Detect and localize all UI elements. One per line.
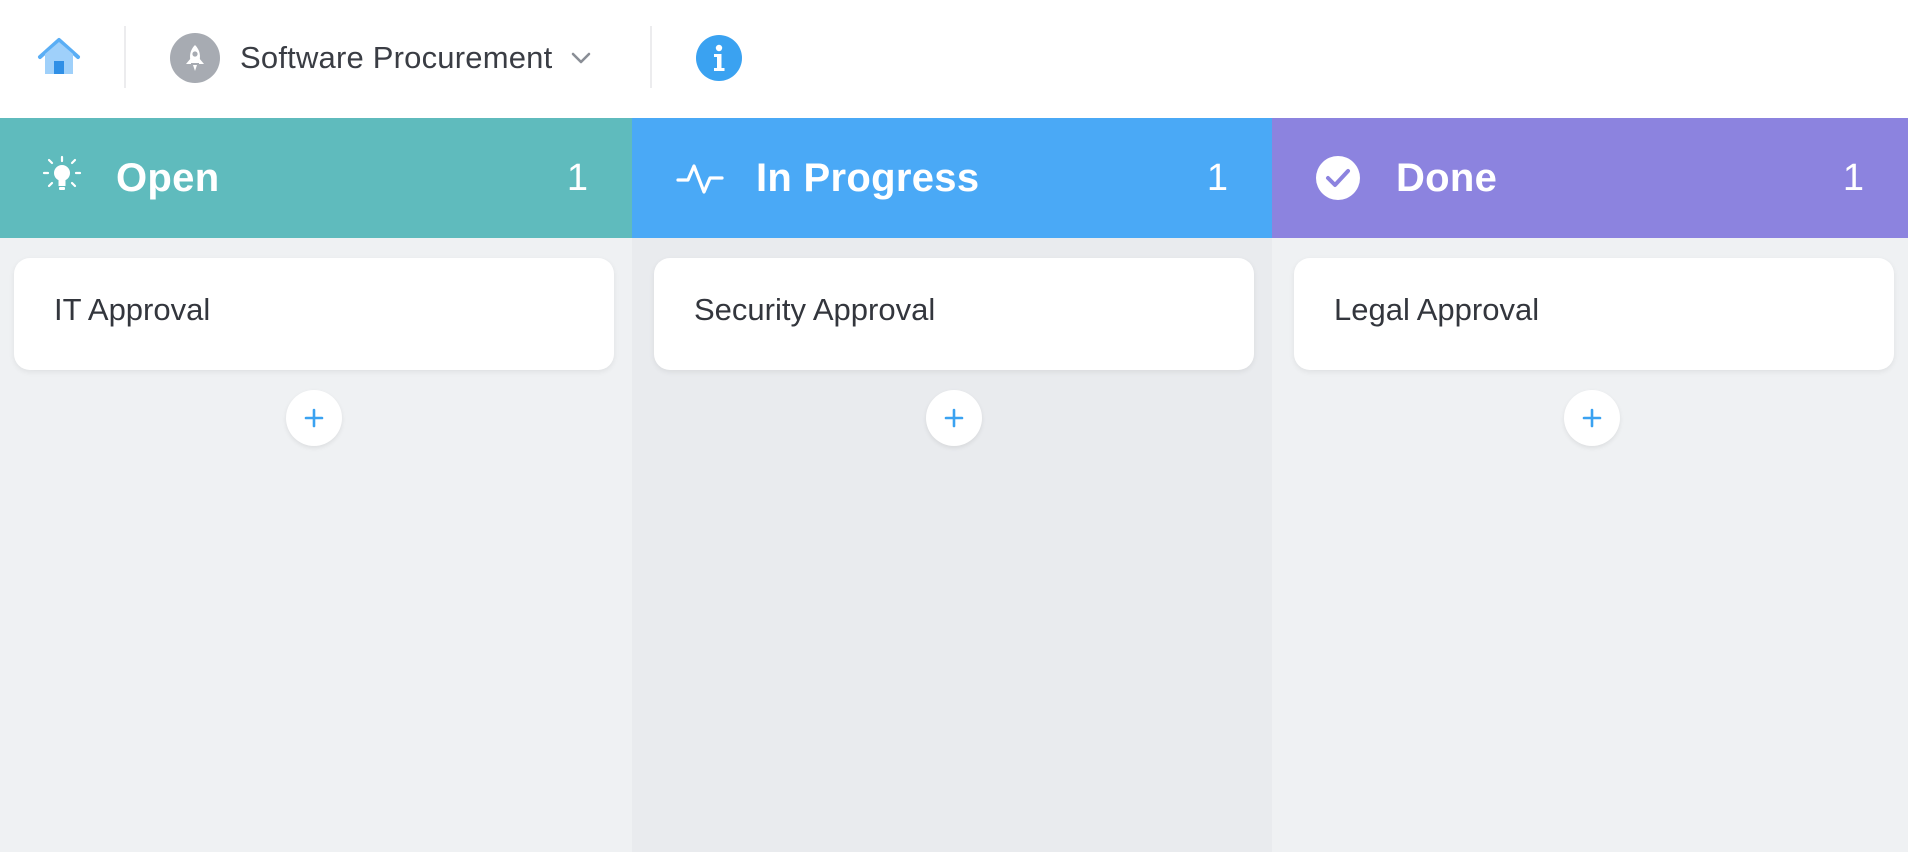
column-title: Done [1396, 156, 1498, 200]
column-open: Open 1 IT Approval [0, 118, 632, 852]
top-bar: Software Procurement [0, 0, 1908, 118]
plus-icon [304, 408, 324, 428]
chevron-down-icon [572, 52, 591, 64]
card-title: IT Approval [54, 292, 211, 327]
home-button[interactable] [36, 36, 82, 78]
column-header: In Progress 1 [632, 118, 1272, 238]
home-icon [38, 38, 80, 74]
column-in-progress: In Progress 1 Security Approval [632, 118, 1272, 852]
add-card-button[interactable] [286, 390, 342, 446]
board-avatar [170, 33, 220, 83]
kanban-board: Open 1 IT Approval In Progress 1 Securit… [0, 118, 1908, 852]
info-button[interactable] [696, 35, 742, 81]
plus-icon [944, 408, 964, 428]
task-card[interactable]: Security Approval [654, 258, 1254, 370]
activity-pulse-icon [676, 154, 724, 202]
column-done: Done 1 Legal Approval [1272, 118, 1908, 852]
divider [650, 26, 652, 88]
task-card[interactable]: IT Approval [14, 258, 614, 370]
column-count: 1 [1842, 157, 1864, 199]
card-title: Legal Approval [1334, 292, 1540, 327]
column-title: Open [116, 156, 220, 200]
check-circle-icon [1314, 154, 1362, 202]
column-count: 1 [566, 157, 588, 199]
add-card-button[interactable] [926, 390, 982, 446]
board-title: Software Procurement [240, 40, 553, 75]
column-count: 1 [1206, 157, 1228, 199]
info-icon [714, 44, 725, 71]
column-title: In Progress [756, 156, 980, 200]
card-title: Security Approval [694, 292, 936, 327]
divider [124, 26, 126, 88]
add-card-button[interactable] [1564, 390, 1620, 446]
column-header: Done 1 [1272, 118, 1908, 238]
board-selector[interactable]: Software Procurement [170, 32, 592, 84]
plus-icon [1582, 408, 1602, 428]
column-header: Open 1 [0, 118, 632, 238]
rocket-icon [186, 45, 204, 71]
lightbulb-icon [38, 154, 86, 202]
task-card[interactable]: Legal Approval [1294, 258, 1894, 370]
